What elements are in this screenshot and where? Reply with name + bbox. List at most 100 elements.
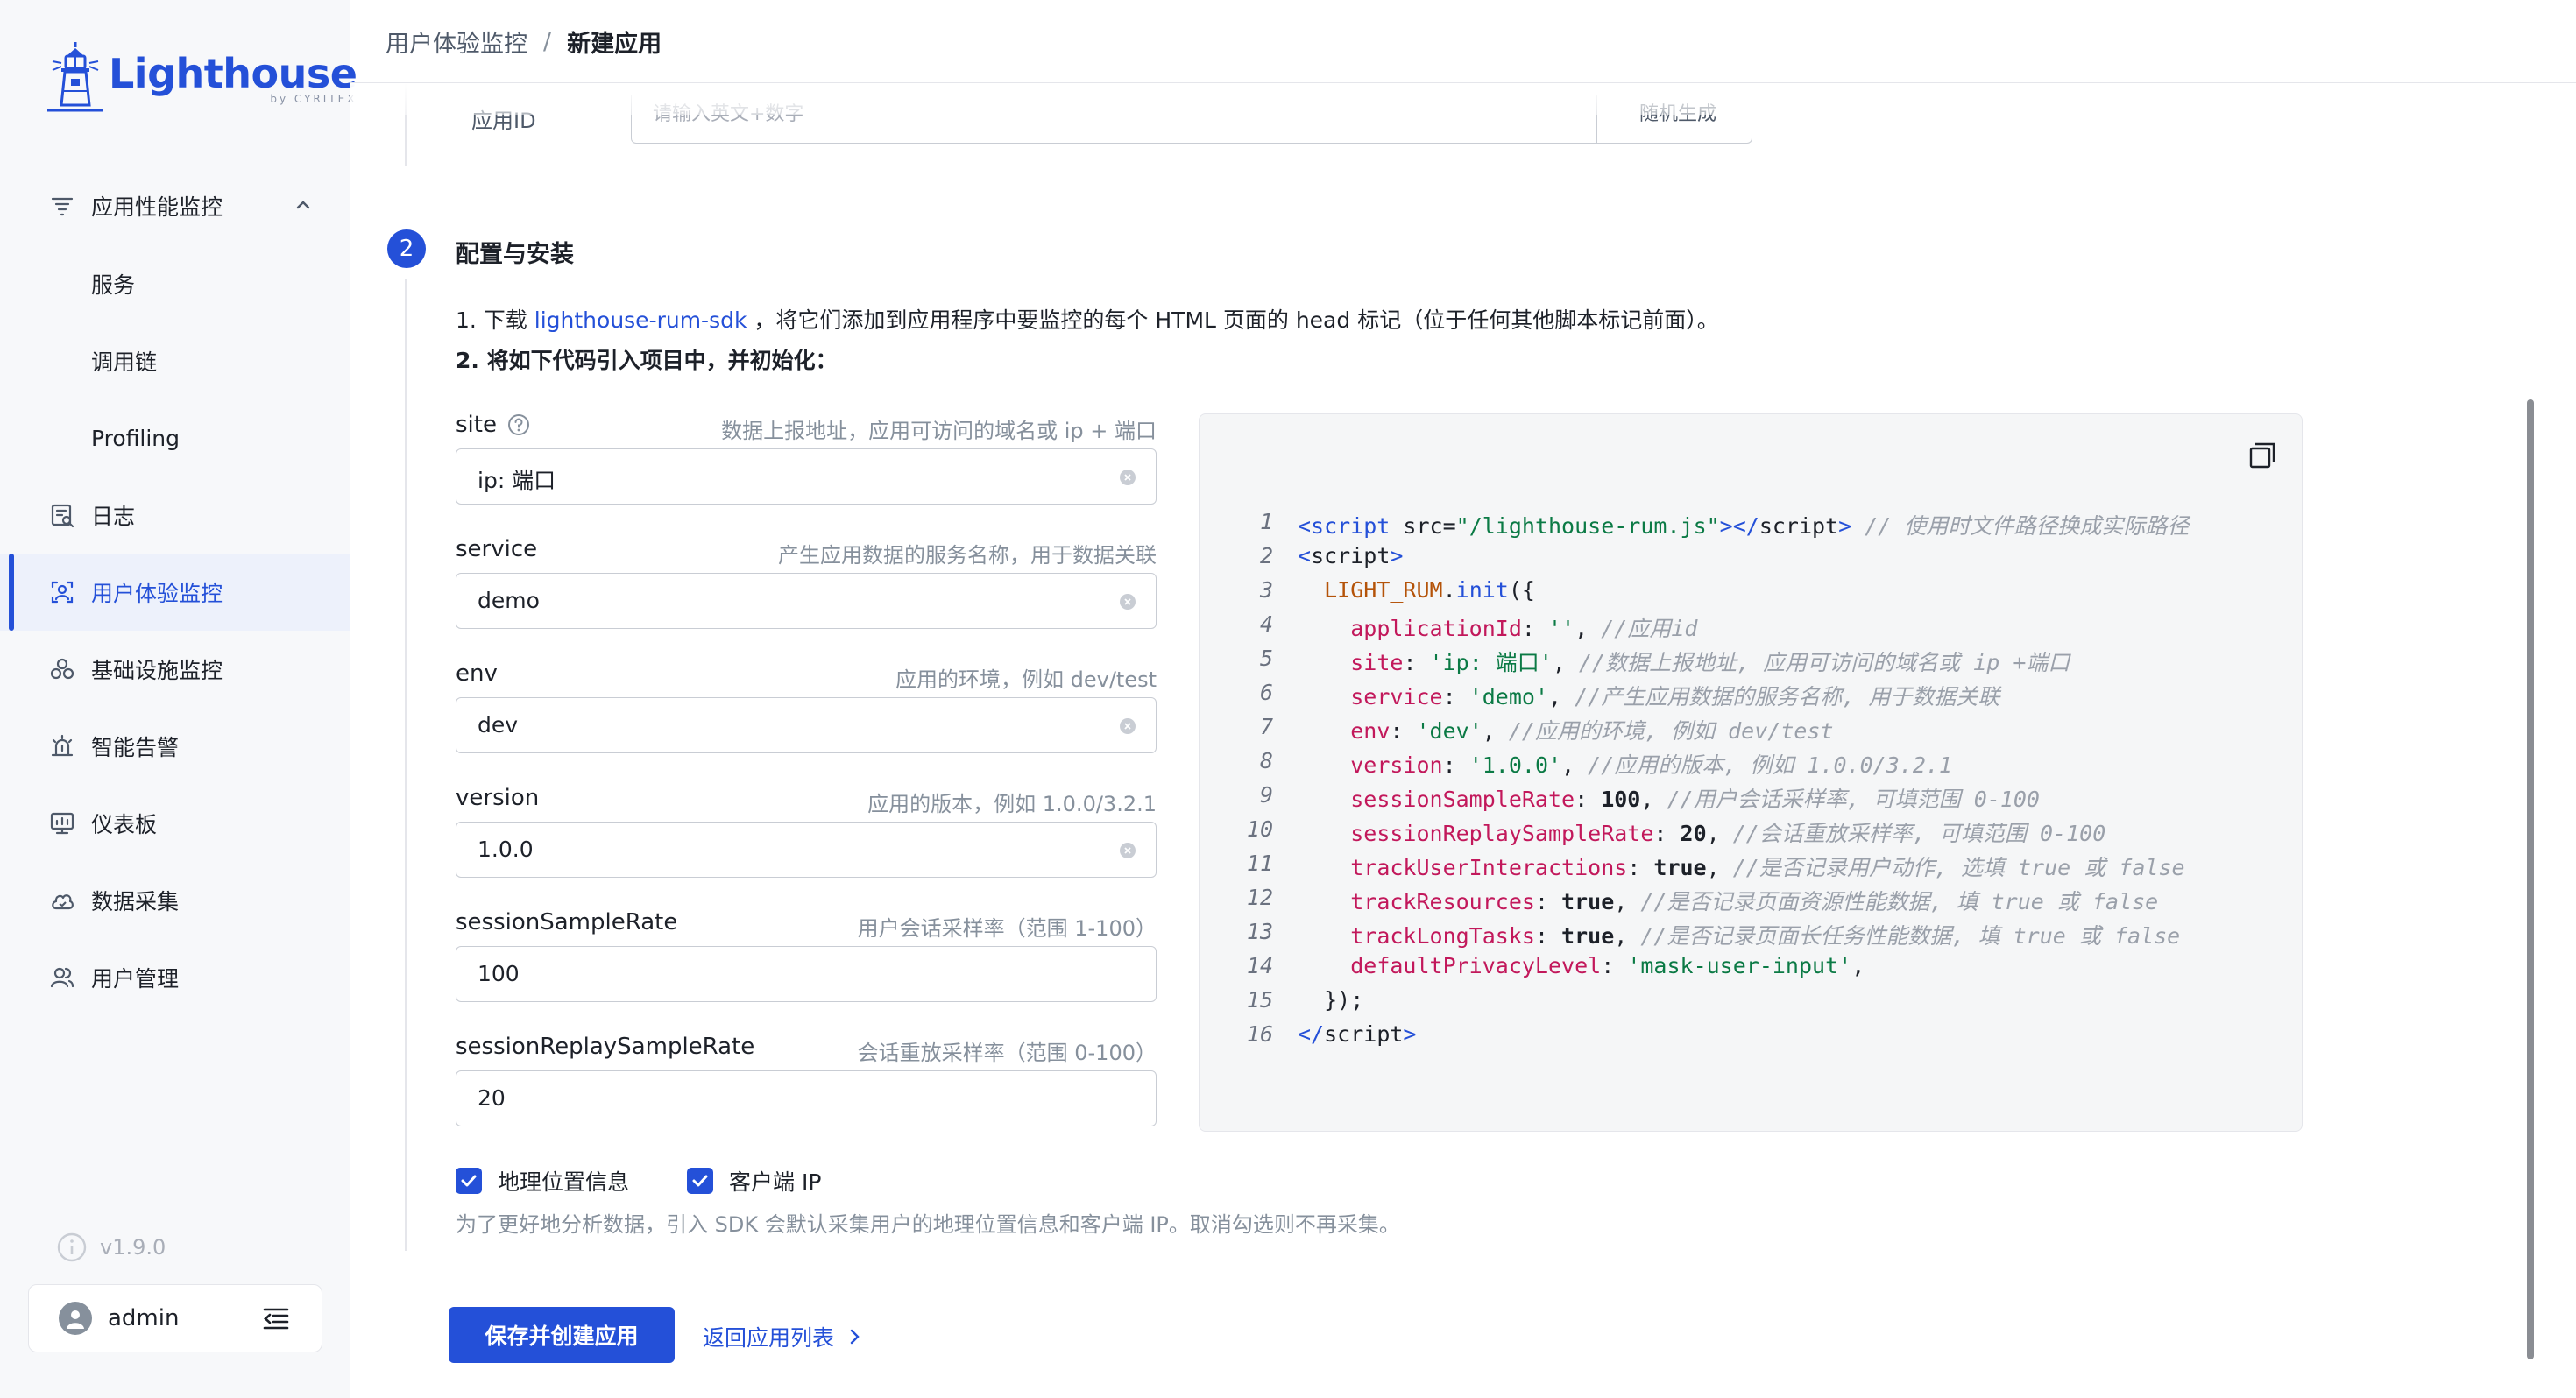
geo-location-checkbox[interactable]: 地理位置信息 bbox=[456, 1165, 629, 1197]
rum-icon bbox=[49, 579, 75, 605]
lighthouse-logo-icon bbox=[47, 42, 103, 112]
clear-icon[interactable] bbox=[1119, 469, 1136, 486]
breadcrumb: 用户体验监控 / 新建应用 bbox=[386, 25, 662, 59]
version-text: v1.9.0 bbox=[100, 1235, 166, 1260]
sidebar-item-label: 日志 bbox=[91, 504, 136, 529]
breadcrumb-separator: / bbox=[543, 28, 552, 55]
sidebar-item-collect[interactable]: 数据采集 bbox=[0, 862, 350, 939]
input-value: 1.0.0 bbox=[478, 837, 534, 862]
code-line: <script src="/lighthouse-rum.js"></scrip… bbox=[1298, 513, 2190, 539]
version-input[interactable]: 1.0.0 bbox=[456, 822, 1157, 878]
user-name: admin bbox=[108, 1305, 180, 1331]
code-line: sessionSampleRate: 100, //用户会话采样率, 可填范围 … bbox=[1350, 787, 2040, 812]
code-line: trackResources: true, //是否记录页面资源性能数据, 填 … bbox=[1350, 889, 2159, 914]
sidebar-item-label: 用户体验监控 bbox=[91, 581, 223, 606]
breadcrumb-parent[interactable]: 用户体验监控 bbox=[386, 25, 527, 59]
input-value: demo bbox=[478, 588, 540, 613]
sidebar-item-traces[interactable]: 调用链 bbox=[0, 322, 350, 399]
sidebar-item-rum[interactable]: 用户体验监控 bbox=[0, 554, 350, 631]
code-snippet: 1 <script src="/lighthouse-rum.js"></scri… bbox=[1199, 413, 2303, 1132]
code-line-number: 10 bbox=[1246, 816, 1273, 842]
checkbox-checked-icon bbox=[687, 1168, 713, 1194]
field-description: 产生应用数据的服务名称，用于数据关联 bbox=[778, 543, 1157, 568]
code-line-number: 2 bbox=[1259, 543, 1273, 568]
scroll-fade bbox=[350, 83, 2576, 115]
client-ip-checkbox[interactable]: 客户端 IP bbox=[687, 1165, 821, 1197]
sidebar-item-label: 仪表板 bbox=[91, 812, 158, 837]
chevron-up-icon bbox=[296, 201, 310, 209]
field-description: 应用的环境，例如 dev/test bbox=[895, 667, 1157, 692]
sidebar-item-infra[interactable]: 基础设施监控 bbox=[0, 631, 350, 708]
code-line-number: 13 bbox=[1246, 919, 1273, 944]
field-description: 会话重放采样率（范围 0-100） bbox=[857, 1041, 1157, 1065]
sidebar-item-label: 智能告警 bbox=[91, 735, 180, 760]
sdk-download-link[interactable]: lighthouse-rum-sdk bbox=[534, 307, 747, 333]
code-line-number: 5 bbox=[1259, 646, 1273, 671]
code-line: defaultPrivacyLevel: 'mask-user-input', bbox=[1350, 953, 1865, 978]
code-line-number: 9 bbox=[1259, 782, 1273, 808]
sidebar-item-users[interactable]: 用户管理 bbox=[0, 939, 350, 1016]
scrollbar-thumb[interactable] bbox=[2527, 399, 2534, 1359]
copy-icon[interactable] bbox=[2247, 441, 2277, 470]
input-value: ip: 端口 bbox=[478, 468, 556, 493]
field-label: version bbox=[456, 785, 540, 811]
apm-icon bbox=[49, 193, 75, 219]
field-description: 应用的版本，例如 1.0.0/3.2.1 bbox=[867, 792, 1157, 816]
code-line: trackUserInteractions: true, //是否记录用户动作,… bbox=[1350, 855, 2185, 880]
field-label: sessionReplaySampleRate bbox=[456, 1034, 755, 1060]
sidebar-item-label: Profiling bbox=[91, 425, 180, 451]
sidebar-item-dashboard[interactable]: 仪表板 bbox=[0, 785, 350, 862]
clear-icon[interactable] bbox=[1119, 593, 1136, 611]
info-icon bbox=[57, 1232, 87, 1262]
step-connector bbox=[405, 279, 407, 1251]
back-to-list-link[interactable]: 返回应用列表 bbox=[703, 1321, 864, 1352]
sidebar-nav: 应用性能监控 服务 调用链 Profiling 日志 用户体验监控 基础设施监控… bbox=[0, 166, 350, 1016]
code-line: trackLongTasks: true, //是否记录页面长任务性能数据, 填… bbox=[1350, 923, 2181, 949]
step-number: 2 bbox=[387, 229, 426, 268]
site-input[interactable]: ip: 端口 bbox=[456, 448, 1157, 505]
back-link-label: 返回应用列表 bbox=[703, 1325, 835, 1351]
session-sample-rate-input[interactable]: 100 bbox=[456, 946, 1157, 1002]
save-and-create-button[interactable]: 保存并创建应用 bbox=[449, 1307, 675, 1363]
install-instruction-2: 2. 将如下代码引入项目中，并初始化： bbox=[456, 348, 838, 373]
sidebar-item-label: 数据采集 bbox=[91, 889, 180, 914]
sidebar-item-logs[interactable]: 日志 bbox=[0, 477, 350, 554]
code-line: version: '1.0.0', //应用的版本, 例如 1.0.0/3.2.… bbox=[1350, 752, 1952, 778]
sidebar: Lighthouse by CYRITEX 应用性能监控 服务 调用链 Prof… bbox=[0, 0, 357, 1398]
collapse-sidebar-icon[interactable] bbox=[262, 1306, 290, 1332]
checkbox-checked-icon bbox=[456, 1168, 482, 1194]
code-line: env: 'dev', //应用的环境, 例如 dev/test bbox=[1350, 718, 1834, 744]
sidebar-item-label: 调用链 bbox=[91, 350, 158, 375]
privacy-hint: 为了更好地分析数据，引入 SDK 会默认采集用户的地理位置信息和客户端 IP。取… bbox=[456, 1212, 1400, 1237]
help-icon[interactable] bbox=[507, 413, 530, 436]
sidebar-item-label: 服务 bbox=[91, 272, 136, 298]
input-value: 20 bbox=[478, 1085, 506, 1111]
code-line-number: 14 bbox=[1246, 953, 1273, 978]
chevron-right-icon bbox=[850, 1329, 860, 1345]
session-replay-sample-rate-input[interactable]: 20 bbox=[456, 1070, 1157, 1126]
collect-icon bbox=[49, 887, 75, 914]
code-line-number: 8 bbox=[1259, 748, 1273, 773]
brand-name: Lighthouse bbox=[109, 50, 357, 97]
users-icon bbox=[49, 964, 75, 991]
input-value: dev bbox=[478, 712, 519, 738]
sidebar-item-apm[interactable]: 应用性能监控 bbox=[0, 166, 350, 245]
clear-icon[interactable] bbox=[1119, 717, 1136, 735]
sidebar-item-profiling[interactable]: Profiling bbox=[0, 399, 350, 477]
sidebar-item-alarm[interactable]: 智能告警 bbox=[0, 708, 350, 785]
user-menu[interactable]: admin bbox=[28, 1284, 322, 1352]
code-line: site: 'ip: 端口', //数据上报地址, 应用可访问的域名或 ip +… bbox=[1350, 650, 2070, 675]
env-input[interactable]: dev bbox=[456, 697, 1157, 753]
infra-icon bbox=[49, 656, 75, 682]
code-line-number: 1 bbox=[1259, 509, 1273, 534]
code-line-number: 12 bbox=[1246, 885, 1273, 910]
code-line: </script> bbox=[1298, 1021, 1417, 1047]
user-icon bbox=[67, 1310, 84, 1329]
sidebar-item-services[interactable]: 服务 bbox=[0, 245, 350, 322]
clear-icon[interactable] bbox=[1119, 842, 1136, 859]
code-line-number: 7 bbox=[1259, 714, 1273, 739]
field-description: 用户会话采样率（范围 1-100） bbox=[857, 916, 1157, 941]
dashboard-icon bbox=[49, 810, 75, 837]
service-input[interactable]: demo bbox=[456, 573, 1157, 629]
brand-logo[interactable]: Lighthouse by CYRITEX bbox=[44, 39, 357, 114]
